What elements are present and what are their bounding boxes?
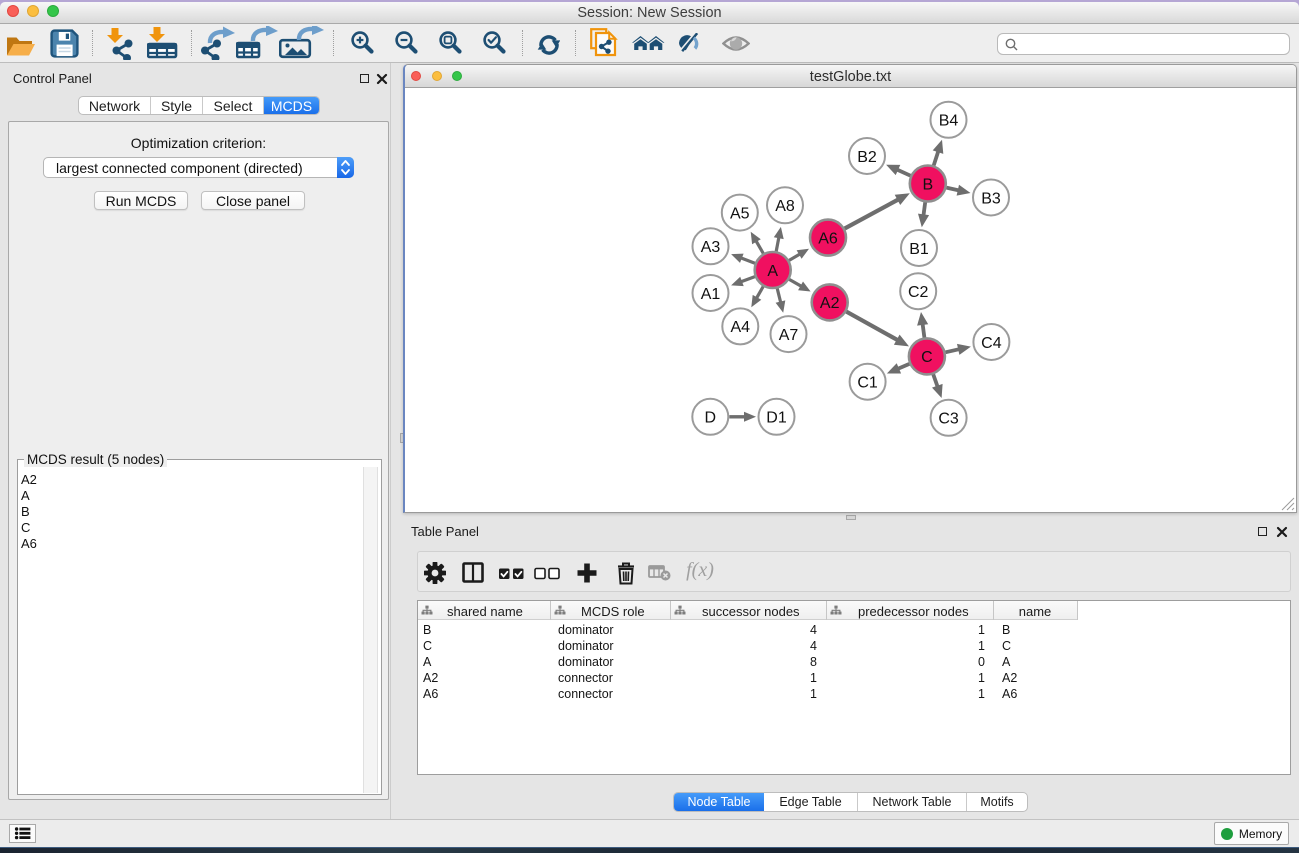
svg-text:B2: B2 bbox=[857, 149, 877, 166]
svg-text:A: A bbox=[767, 263, 778, 280]
svg-text:A7: A7 bbox=[779, 327, 799, 344]
svg-text:D1: D1 bbox=[766, 410, 787, 427]
svg-text:D: D bbox=[705, 410, 717, 427]
svg-text:A3: A3 bbox=[701, 239, 721, 256]
svg-text:A8: A8 bbox=[775, 198, 795, 215]
svg-text:C4: C4 bbox=[981, 335, 1002, 352]
svg-text:C: C bbox=[921, 349, 933, 366]
svg-text:B1: B1 bbox=[909, 241, 929, 258]
svg-text:A5: A5 bbox=[730, 205, 750, 222]
svg-text:A1: A1 bbox=[701, 286, 721, 303]
svg-text:C2: C2 bbox=[908, 284, 929, 301]
svg-text:A6: A6 bbox=[818, 230, 838, 247]
svg-text:A2: A2 bbox=[820, 295, 840, 312]
svg-text:C1: C1 bbox=[857, 374, 878, 391]
svg-text:B: B bbox=[922, 176, 933, 193]
svg-text:B4: B4 bbox=[939, 113, 959, 130]
svg-text:B3: B3 bbox=[981, 190, 1001, 207]
svg-text:C3: C3 bbox=[938, 411, 959, 428]
svg-text:A4: A4 bbox=[731, 319, 751, 336]
